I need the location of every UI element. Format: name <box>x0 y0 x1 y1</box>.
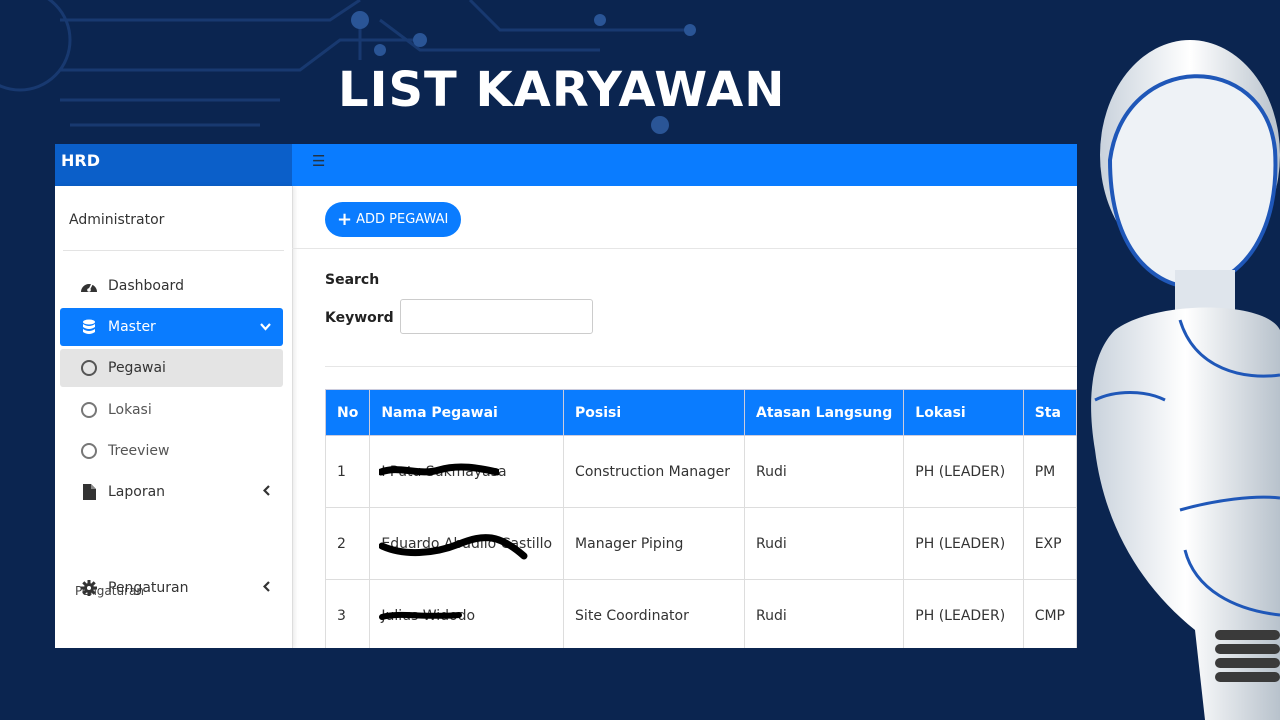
file-icon <box>78 484 100 500</box>
cell-status: EXP <box>1022 507 1077 580</box>
cell-no: 1 <box>324 435 371 508</box>
cell-atasan: Rudi <box>744 507 905 580</box>
top-navbar: ☰ <box>292 144 1077 186</box>
cell-status: PM <box>1022 435 1077 508</box>
sidebar-item-label: Pegawai <box>108 360 166 376</box>
cell-nama: Eduardo Abadilo Castillo <box>369 507 565 580</box>
column-header-status[interactable]: Sta <box>1022 389 1077 436</box>
add-button-label: ADD PEGAWAI <box>356 212 449 227</box>
plus-icon: + <box>337 208 353 230</box>
table-header-row: No Nama Pegawai Posisi Atasan Langsung L… <box>324 389 1077 436</box>
cell-posisi: Construction Manager <box>563 435 746 508</box>
sidebar-item-dashboard[interactable]: Dashboard <box>60 267 283 305</box>
redacted-name: Julius Widodo <box>379 608 475 624</box>
keyword-input[interactable] <box>400 299 593 334</box>
column-header-nama[interactable]: Nama Pegawai <box>369 389 565 436</box>
sidebar-item-treeview[interactable]: Treeview <box>60 432 283 470</box>
add-pegawai-button[interactable]: + ADD PEGAWAI <box>325 202 462 237</box>
redacted-name: I Putu Sukmayasa <box>379 462 507 480</box>
column-header-atasan[interactable]: Atasan Langsung <box>744 389 905 436</box>
brand-logo[interactable]: HRD <box>55 144 292 186</box>
column-header-lokasi[interactable]: Lokasi <box>903 389 1024 436</box>
cell-lokasi: PH (LEADER) <box>903 579 1024 648</box>
user-name[interactable]: Administrator <box>69 212 164 228</box>
dashboard-icon <box>78 278 100 294</box>
database-icon <box>78 319 100 335</box>
hamburger-icon[interactable]: ☰ <box>312 152 325 170</box>
cell-nama: I Putu Sukmayasa <box>369 435 565 508</box>
cell-status: CMP <box>1022 579 1077 648</box>
sidebar-item-label: Treeview <box>108 443 170 459</box>
cell-atasan: Rudi <box>744 435 905 508</box>
search-title: Search <box>325 272 380 288</box>
cell-posisi: Manager Piping <box>563 507 746 580</box>
table-row[interactable]: 1 I Putu Sukmayasa Construction Manager … <box>324 435 1077 508</box>
circle-icon <box>78 443 100 459</box>
divider <box>325 366 1077 367</box>
sidebar: Administrator Dashboard Master Pegawai L… <box>55 186 293 648</box>
column-header-no[interactable]: No <box>324 389 371 436</box>
chevron-left-icon <box>262 580 271 596</box>
robot-illustration <box>1091 40 1280 720</box>
sidebar-item-label: Laporan <box>108 484 166 500</box>
sidebar-item-label: Dashboard <box>108 278 184 294</box>
sidebar-item-label: Pengaturan <box>108 580 189 596</box>
employee-table: No Nama Pegawai Posisi Atasan Langsung L… <box>324 389 1077 648</box>
sidebar-item-laporan[interactable]: Laporan <box>60 473 283 511</box>
circle-icon <box>78 360 100 376</box>
divider <box>292 248 1077 249</box>
main-content: + ADD PEGAWAI Search Keyword : No Nama P… <box>292 186 1077 648</box>
sidebar-item-pengaturan[interactable]: Pengaturan <box>60 569 283 607</box>
chevron-down-icon <box>260 320 271 335</box>
page-banner-title: LIST KARYAWAN <box>338 62 786 118</box>
sidebar-item-label: Master <box>108 319 156 335</box>
sidebar-item-pegawai[interactable]: Pegawai <box>60 349 283 387</box>
cell-lokasi: PH (LEADER) <box>903 507 1024 580</box>
sidebar-item-master[interactable]: Master <box>60 308 283 346</box>
cell-no: 2 <box>324 507 371 580</box>
cell-posisi: Site Coordinator <box>563 579 746 648</box>
cell-nama: Julius Widodo <box>369 579 565 648</box>
sidebar-item-label: Lokasi <box>108 402 152 418</box>
cell-lokasi: PH (LEADER) <box>903 435 1024 508</box>
sidebar-item-lokasi[interactable]: Lokasi <box>60 391 283 429</box>
hrd-app-window: HRD ☰ Administrator Dashboard Master Peg… <box>55 144 1077 648</box>
column-header-posisi[interactable]: Posisi <box>563 389 746 436</box>
table-row[interactable]: 2 Eduardo Abadilo Castillo Manager Pipin… <box>324 507 1077 580</box>
gear-icon <box>78 580 100 596</box>
chevron-left-icon <box>262 484 271 500</box>
redacted-name: Eduardo Abadilo Castillo <box>379 533 552 559</box>
keyword-label: Keyword : <box>325 310 405 326</box>
table-row[interactable]: 3 Julius Widodo Site Coordinator Rudi PH… <box>324 579 1077 648</box>
divider <box>63 250 284 251</box>
cell-atasan: Rudi <box>744 579 905 648</box>
cell-no: 3 <box>324 579 371 648</box>
circle-icon <box>78 402 100 418</box>
